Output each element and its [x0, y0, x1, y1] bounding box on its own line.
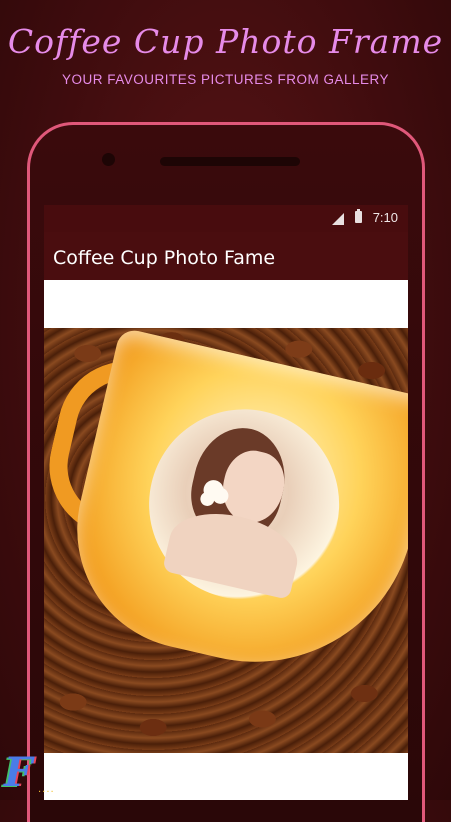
- status-time: 7:10: [372, 210, 398, 225]
- app-bar: Coffee Cup Photo Fame: [44, 232, 408, 280]
- front-camera: [102, 153, 115, 166]
- phone-screen: 7:10 Coffee Cup Photo Fame: [44, 205, 408, 800]
- photo-frame-preview[interactable]: [44, 327, 408, 753]
- battery-icon: [355, 209, 362, 223]
- promo-subtitle: YOUR FAVOURITES PICTURES FROM GALLERY: [61, 72, 390, 87]
- speaker-grille: [160, 157, 300, 166]
- coffee-cup-frame: [44, 311, 408, 716]
- brand-logo-dots: ....: [38, 784, 55, 795]
- status-bar: 7:10: [44, 205, 408, 232]
- app-title: Coffee Cup Photo Fame: [53, 247, 276, 269]
- promo-title: Coffee Cup Photo Frame: [7, 22, 444, 61]
- signal-icon: [332, 213, 344, 225]
